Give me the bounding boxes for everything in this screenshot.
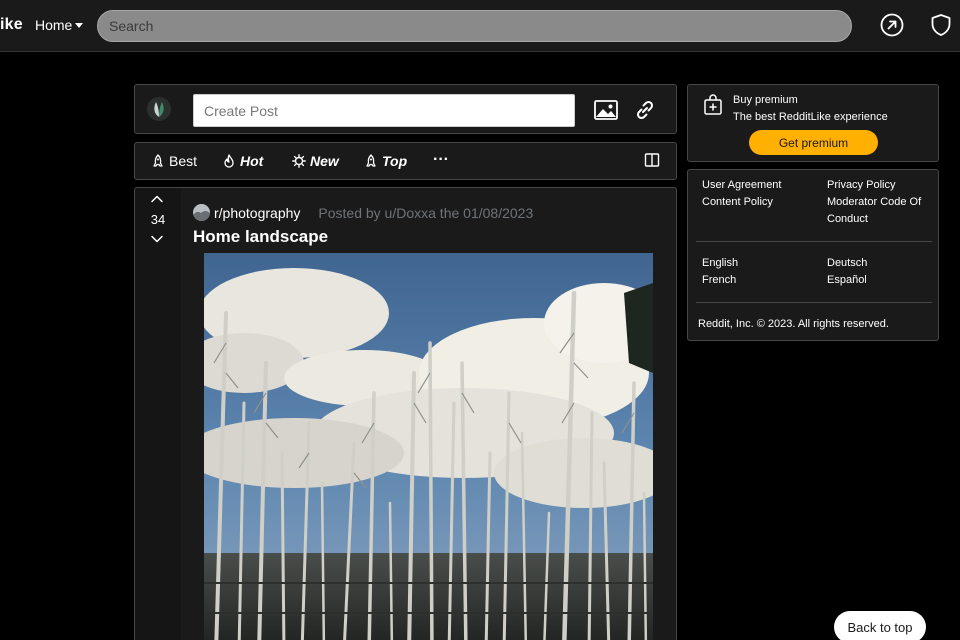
landscape-photo [204,253,653,640]
post-card[interactable]: 34 r/photography Posted by u/Doxxa the 0… [134,187,677,640]
search-input[interactable] [97,10,852,42]
avatar-leaf-icon [147,97,171,121]
lang-french-link[interactable]: French [702,272,736,289]
back-to-top-button[interactable]: Back to top [834,611,926,640]
lang-deutsch-link[interactable]: Deutsch [827,255,867,272]
rocket-icon [153,154,163,167]
premium-title: Buy premium [733,94,798,106]
link-icon[interactable] [632,97,658,123]
top-navbar: ike Home [0,0,960,52]
get-premium-button[interactable]: Get premium [749,130,878,155]
content-policy-link[interactable]: Content Policy [702,194,773,211]
premium-shop-icon [704,94,722,115]
create-post-input[interactable] [193,94,575,127]
flame-icon [224,154,234,168]
sort-new-button[interactable]: New [292,153,339,169]
divider [696,302,932,303]
posted-by-text: Posted by u/Doxxa the 01/08/2023 [318,204,534,221]
sort-bar: Best Hot New Top ··· [134,142,677,180]
subreddit-icon[interactable] [193,204,210,221]
copyright-text: Reddit, Inc. © 2023. All rights reserved… [698,318,889,330]
create-post-card [134,84,677,134]
upvote-icon[interactable] [150,192,164,206]
post-title[interactable]: Home landscape [193,227,328,247]
brand-logo-text[interactable]: ike [0,16,23,34]
user-agreement-link[interactable]: User Agreement [702,177,781,194]
more-options-button[interactable]: ··· [433,151,449,169]
sort-best-label: Best [169,153,198,169]
subreddit-link[interactable]: r/photography [214,205,300,221]
sort-hot-button[interactable]: Hot [222,153,263,169]
lang-english-link[interactable]: English [702,255,738,272]
premium-card: Buy premium The best RedditLike experien… [687,84,939,162]
vote-count: 34 [150,212,166,227]
user-avatar[interactable] [147,97,171,121]
image-upload-icon[interactable] [593,97,619,123]
layout-toggle-icon[interactable] [644,152,660,168]
subreddit-avatar-icon [193,204,210,221]
home-dropdown[interactable]: Home [35,17,84,33]
moderator-code-link[interactable]: Moderator Code Of [827,194,921,211]
sort-new-label: New [310,153,339,169]
shield-icon[interactable] [929,13,953,37]
rocket-icon [366,154,376,167]
footer-links-card: User Agreement Content Policy Privacy Po… [687,169,939,341]
vote-column: 34 [135,188,181,640]
post-meta: r/photography Posted by u/Doxxa the 01/0… [193,204,533,221]
sort-top-button[interactable]: Top [364,153,407,169]
premium-subtitle: The best RedditLike experience [733,111,888,123]
home-dropdown-label: Home [35,17,73,33]
moderator-code-link-cont[interactable]: Conduct [827,211,868,228]
sort-top-label: Top [382,153,408,169]
sort-best-button[interactable]: Best [151,153,197,169]
lang-espanol-link[interactable]: Español [827,272,867,289]
caret-down-icon [75,23,84,28]
sort-hot-label: Hot [240,153,264,169]
privacy-policy-link[interactable]: Privacy Policy [827,177,895,194]
divider [696,241,932,242]
popular-arrow-icon[interactable] [880,13,904,37]
sun-icon [292,154,306,168]
post-image[interactable] [204,253,653,640]
downvote-icon[interactable] [150,232,164,246]
